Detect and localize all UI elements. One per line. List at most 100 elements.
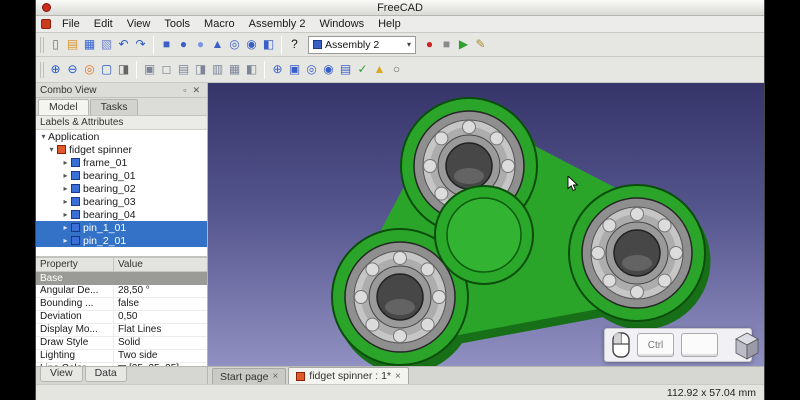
tree-item-root[interactable]: ▾ fidget spinner [36,143,207,156]
chevron-down-icon: ▾ [406,40,411,49]
part-torus-icon[interactable]: ◎ [226,36,243,53]
freecad-file-icon [57,145,66,154]
property-row[interactable]: Display Mo... Flat Lines [36,324,207,337]
close-icon[interactable]: × [395,371,401,382]
undock-icon[interactable]: ▫ [180,85,189,95]
blank-key [681,333,718,357]
chevron-right-icon[interactable]: ▸ [61,158,70,167]
part-cone-icon[interactable]: ▲ [209,36,226,53]
zoom-out-icon[interactable]: ⊖ [64,61,81,78]
copy-icon[interactable]: ▧ [98,36,115,53]
constraint-plane-icon[interactable]: ▤ [337,61,354,78]
bottom-view-icon[interactable]: ▦ [226,61,243,78]
menu-item[interactable]: Tools [157,16,197,32]
chevron-right-icon[interactable]: ▸ [61,223,70,232]
solve-constraints-icon[interactable]: ✓ [354,61,371,78]
save-icon[interactable]: ▦ [81,36,98,53]
part-sphere-icon[interactable]: ● [192,36,209,53]
tree-item[interactable]: ▸ frame_01 [36,156,207,169]
box-zoom-icon[interactable]: ▢ [98,61,115,78]
toggle-transparency-icon[interactable]: ○ [388,61,405,78]
tree-item[interactable]: ▸ bearing_04 [36,208,207,221]
execute-macro-icon[interactable]: ▶ [455,36,472,53]
menu-item[interactable]: Edit [87,16,120,32]
chevron-right-icon[interactable]: ▸ [61,171,70,180]
menu-item[interactable]: Windows [312,16,371,32]
menu-item[interactable]: Macro [197,16,242,32]
right-view-icon[interactable]: ◨ [192,61,209,78]
chevron-right-icon[interactable]: ▸ [61,210,70,219]
title-bar[interactable]: FreeCAD [36,0,764,16]
tab-fidget-spinner[interactable]: fidget spinner : 1* × [288,367,409,384]
front-view-icon[interactable]: ◻ [158,61,175,78]
panel-bottom-tab[interactable]: Data [84,367,127,382]
part-cylinder-icon[interactable]: ● [175,36,192,53]
rear-view-icon[interactable]: ▥ [209,61,226,78]
property-row[interactable]: Draw Style Solid [36,337,207,350]
property-group-base[interactable]: Base [36,272,207,285]
add-component-icon[interactable]: ⊕ [269,61,286,78]
dimension-readout: 112.92 x 57.04 mm [666,386,756,399]
constraint-axial-icon[interactable]: ◉ [320,61,337,78]
property-row[interactable]: Bounding ... false [36,298,207,311]
tree-item[interactable]: ▸ bearing_03 [36,195,207,208]
toolbar-drag-handle[interactable] [40,61,44,78]
part-cube-icon [71,197,80,206]
fit-all-icon[interactable]: ◎ [81,61,98,78]
chevron-right-icon[interactable]: ▸ [61,184,70,193]
import-part-icon[interactable]: ▣ [286,61,303,78]
tree-item[interactable]: ▸ pin_1_01 [36,221,207,234]
left-view-icon[interactable]: ◧ [243,61,260,78]
assembly-workbench-icon [313,40,322,49]
record-macro-icon[interactable]: ● [421,36,438,53]
toolbar-drag-handle[interactable] [40,36,44,53]
chevron-right-icon[interactable]: ▸ [61,236,70,245]
sidebar-tab[interactable]: Model [38,99,89,115]
top-view-icon[interactable]: ▤ [175,61,192,78]
isometric-view-icon[interactable]: ▣ [141,61,158,78]
3d-viewport[interactable]: Ctrl [208,83,764,366]
panel-header[interactable]: Combo View ▫ ✕ [36,83,207,98]
menu-item[interactable]: Help [371,16,408,32]
sidebar-tab[interactable]: Tasks [89,99,139,115]
zoom-in-icon[interactable]: ⊕ [47,61,64,78]
tree-item[interactable]: ▸ bearing_01 [36,169,207,182]
fidget-spinner-model[interactable] [208,83,764,366]
tree-item-application[interactable]: ▾ Application [36,130,207,143]
open-folder-icon[interactable]: ▤ [64,36,81,53]
stop-macro-icon[interactable]: ■ [438,36,455,53]
chevron-down-icon[interactable]: ▾ [47,145,56,154]
ctrl-key: Ctrl [637,333,674,357]
main-area: Combo View ▫ ✕ Model Tasks Labels & Attri… [36,83,764,366]
tab-start-page[interactable]: Start page × [212,368,287,384]
whatsthis-icon[interactable]: ? [286,36,303,53]
chevron-down-icon[interactable]: ▾ [39,132,48,141]
menu-item[interactable]: File [55,16,87,32]
property-row[interactable]: Lighting Two side [36,350,207,363]
navigation-cube[interactable] [731,330,763,364]
part-box-icon[interactable]: ■ [158,36,175,53]
chevron-right-icon[interactable]: ▸ [61,197,70,206]
property-row[interactable]: Angular De... 28,50 ° [36,285,207,298]
boolean-cut-icon[interactable]: ◧ [260,36,277,53]
menu-item[interactable]: View [120,16,158,32]
status-bar: 112.92 x 57.04 mm [36,384,764,400]
constraint-coincident-icon[interactable]: ◎ [303,61,320,78]
boolean-union-icon[interactable]: ◉ [243,36,260,53]
undo-icon[interactable]: ↶ [115,36,132,53]
draw-style-icon[interactable]: ◨ [115,61,132,78]
combo-view-tabs: Model Tasks [36,98,207,116]
close-icon[interactable]: ✕ [189,85,203,96]
panel-bottom-tab[interactable]: View [40,367,83,382]
tree-item[interactable]: ▸ bearing_02 [36,182,207,195]
degrees-of-freedom-icon[interactable]: ▲ [371,61,388,78]
part-cube-icon [71,223,80,232]
tree-item[interactable]: ▸ pin_2_01 [36,234,207,247]
redo-icon[interactable]: ↷ [132,36,149,53]
property-row[interactable]: Deviation 0,50 [36,311,207,324]
new-document-icon[interactable]: ▯ [47,36,64,53]
edit-macro-icon[interactable]: ✎ [472,36,489,53]
menu-item[interactable]: Assembly 2 [242,16,313,32]
active-assembly-select[interactable]: Assembly 2 ▾ [308,35,416,54]
close-icon[interactable]: × [272,371,278,382]
